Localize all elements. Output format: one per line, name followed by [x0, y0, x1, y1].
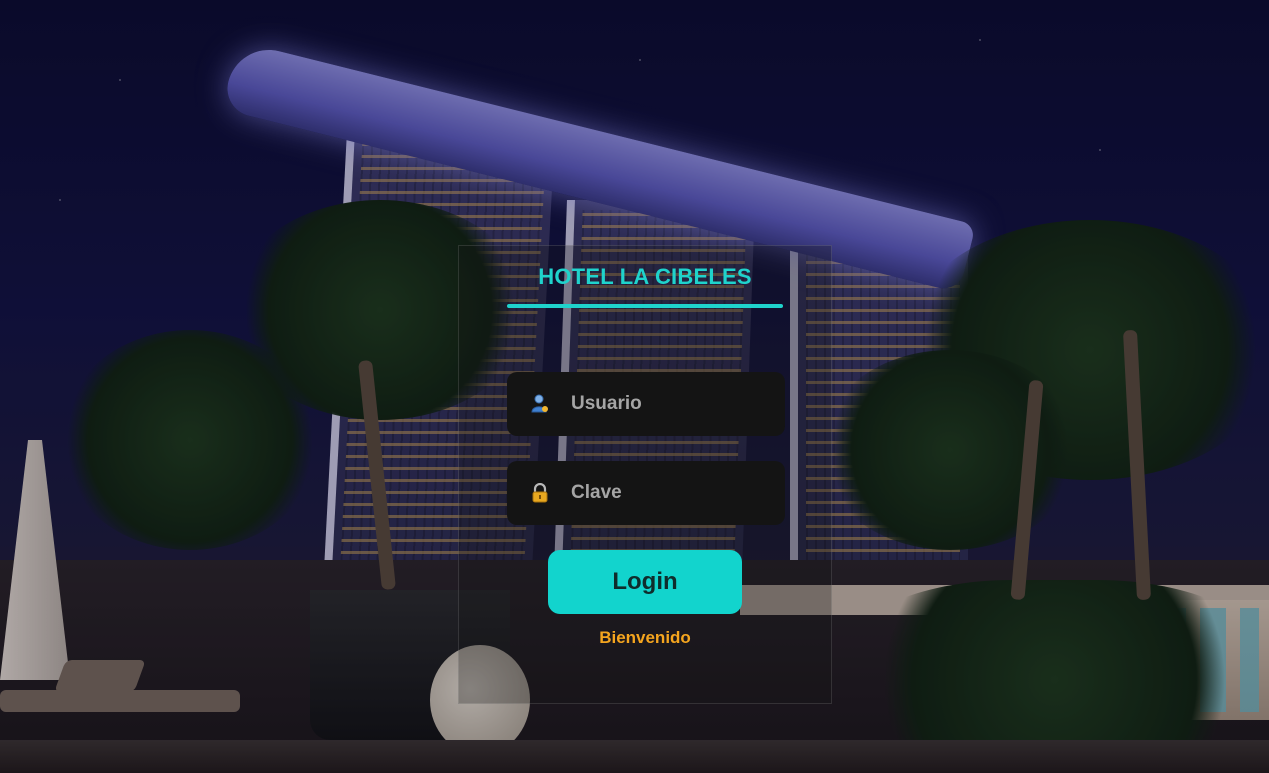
password-input[interactable] [563, 461, 773, 525]
user-icon [531, 394, 549, 414]
welcome-text: Bienvenido [599, 628, 691, 647]
password-field[interactable] [507, 461, 785, 525]
hotel-title: HOTEL LA CIBELES [538, 264, 752, 289]
login-button[interactable]: Login [548, 550, 742, 614]
username-input[interactable] [563, 372, 773, 436]
lock-icon [531, 482, 549, 503]
title-underline [507, 304, 783, 308]
login-card: HOTEL LA CIBELES Login Bienvenido [458, 245, 832, 704]
username-field[interactable] [507, 372, 785, 436]
